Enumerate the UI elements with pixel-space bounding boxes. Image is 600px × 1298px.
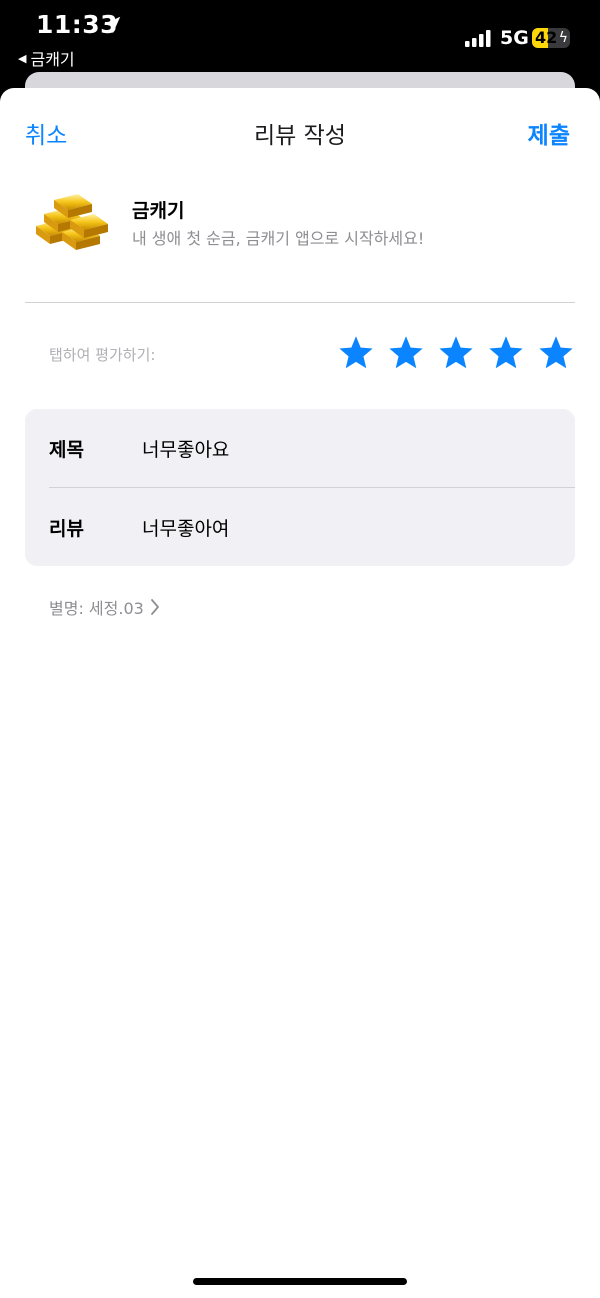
divider — [25, 302, 575, 303]
status-bar: 11:33 ◀ 금캐기 5G 42 ϟ — [0, 0, 600, 70]
review-form-card: 제목 너무좋아요 리뷰 너무좋아여 — [25, 409, 575, 566]
signal-icon — [465, 30, 491, 47]
title-label: 제목 — [49, 439, 84, 461]
back-to-app-link[interactable]: ◀ 금캐기 — [18, 46, 75, 70]
star-icon[interactable] — [439, 336, 473, 370]
submit-button[interactable]: 제출 — [528, 116, 570, 150]
location-arrow-icon — [103, 16, 121, 34]
charging-bolt-icon: ϟ — [558, 30, 568, 46]
nickname-link[interactable]: 별명: 세정.03 — [49, 595, 160, 619]
title-row[interactable]: 제목 너무좋아요 — [25, 409, 575, 487]
app-subtitle: 내 생애 첫 순금, 금캐기 앱으로 시작하세요! — [132, 229, 425, 248]
star-icon[interactable] — [489, 336, 523, 370]
review-label: 리뷰 — [49, 518, 84, 540]
gold-bars-icon — [36, 194, 108, 250]
review-row[interactable]: 리뷰 너무좋아여 — [25, 488, 575, 566]
home-indicator — [193, 1278, 407, 1285]
rating-label: 탭하여 평가하기: — [49, 346, 156, 364]
page-title: 리뷰 작성 — [254, 123, 346, 149]
title-input[interactable]: 너무좋아요 — [142, 435, 229, 462]
network-type: 5G — [500, 27, 529, 49]
star-rating[interactable] — [339, 336, 573, 370]
review-input[interactable]: 너무좋아여 — [142, 514, 229, 541]
battery-icon: 42 ϟ — [532, 28, 570, 48]
battery-level: 42 — [535, 28, 558, 47]
star-icon[interactable] — [339, 336, 373, 370]
star-icon[interactable] — [539, 336, 573, 370]
nickname-text: 별명: 세정.03 — [49, 599, 144, 618]
star-icon[interactable] — [389, 336, 423, 370]
back-app-label: 금캐기 — [30, 50, 75, 69]
app-name: 금캐기 — [132, 200, 185, 222]
back-triangle-icon: ◀ — [18, 51, 27, 65]
review-sheet: 취소 리뷰 작성 제출 금캐기 내 생애 첫 순금, 금캐기 앱으로 시작하세요… — [0, 88, 600, 1298]
chevron-right-icon — [150, 599, 159, 615]
